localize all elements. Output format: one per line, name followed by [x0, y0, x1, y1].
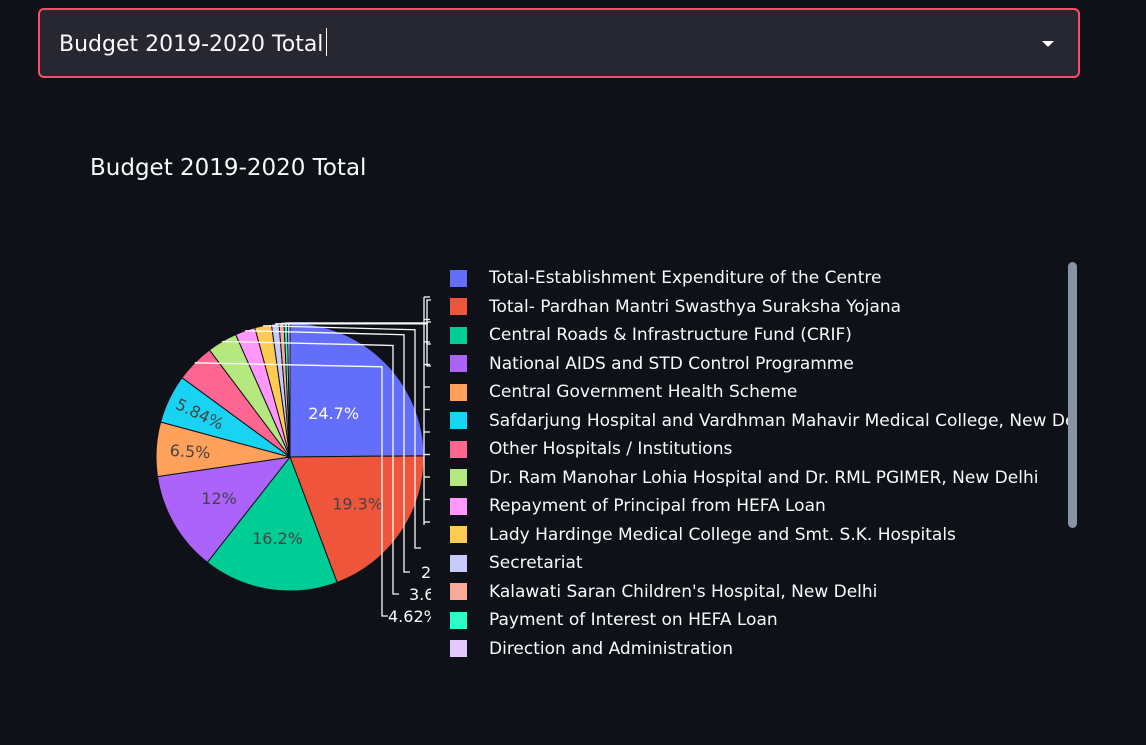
legend-swatch [450, 526, 467, 544]
legend-label: Safdarjung Hospital and Vardhman Mahavir… [489, 410, 1070, 431]
legend-item[interactable]: Other Hospitals / Institutions [450, 435, 1070, 464]
legend-label: National AIDS and STD Control Programme [489, 353, 854, 374]
legend-swatch [450, 298, 467, 316]
slice-label: 6.5% [169, 441, 211, 462]
label-clip [431, 540, 446, 640]
slice-label: 12% [201, 489, 237, 508]
legend-scrollbar[interactable] [1068, 262, 1077, 528]
legend-swatch [450, 269, 467, 287]
legend-item[interactable]: Repayment of Principal from HEFA Loan [450, 492, 1070, 521]
legend-label: Repayment of Principal from HEFA Loan [489, 496, 826, 517]
slice-label: 16.2% [252, 529, 303, 548]
legend-label: Other Hospitals / Institutions [489, 439, 733, 460]
legend-item[interactable]: Dr. Ram Manohar Lohia Hospital and Dr. R… [450, 464, 1070, 493]
outside-slice-label: 2 [421, 563, 431, 582]
legend-label: Total- Pardhan Mantri Swasthya Suraksha … [489, 296, 902, 317]
outside-slice-label: 3.6 [409, 585, 434, 604]
legend-label: Direction and Administration [489, 638, 733, 659]
chart-legend: Total-Establishment Expenditure of the C… [450, 264, 1070, 664]
legend-item[interactable]: Payment of Interest on HEFA Loan [450, 606, 1070, 635]
legend-swatch [450, 583, 467, 601]
legend-swatch [450, 611, 467, 629]
legend-item[interactable]: Secretariat [450, 549, 1070, 578]
legend-swatch [450, 469, 467, 487]
legend-label: Kalawati Saran Children's Hospital, New … [489, 581, 878, 602]
legend-swatch [450, 497, 467, 515]
legend-item[interactable]: Total- Pardhan Mantri Swasthya Suraksha … [450, 293, 1070, 322]
slice-label: 24.7% [308, 404, 359, 423]
legend-swatch [450, 412, 467, 430]
legend-swatch [450, 554, 467, 572]
legend-label: Dr. Ram Manohar Lohia Hospital and Dr. R… [489, 467, 1039, 488]
legend-label: Lady Hardinge Medical College and Smt. S… [489, 524, 956, 545]
legend-swatch [450, 355, 467, 373]
legend-item[interactable]: Direction and Administration [450, 635, 1070, 664]
legend-item[interactable]: Central Government Health Scheme [450, 378, 1070, 407]
legend-label: Total-Establishment Expenditure of the C… [489, 268, 882, 289]
legend-item[interactable]: Central Roads & Infrastructure Fund (CRI… [450, 321, 1070, 350]
legend-swatch [450, 383, 467, 401]
legend-swatch [450, 640, 467, 658]
slice-label: 19.3% [332, 494, 383, 513]
legend-item[interactable]: Total-Establishment Expenditure of the C… [450, 264, 1070, 293]
leader-line [288, 299, 431, 324]
legend-swatch [450, 440, 467, 458]
legend-label: Payment of Interest on HEFA Loan [489, 610, 778, 631]
legend-label: Central Roads & Infrastructure Fund (CRI… [489, 325, 852, 346]
legend-label: Secretariat [489, 553, 583, 574]
legend-label: Central Government Health Scheme [489, 382, 798, 403]
legend-item[interactable]: National AIDS and STD Control Programme [450, 350, 1070, 379]
legend-swatch [450, 326, 467, 344]
legend-item[interactable]: Lady Hardinge Medical College and Smt. S… [450, 521, 1070, 550]
legend-item[interactable]: Safdarjung Hospital and Vardhman Mahavir… [450, 407, 1070, 436]
legend-item[interactable]: Kalawati Saran Children's Hospital, New … [450, 578, 1070, 607]
